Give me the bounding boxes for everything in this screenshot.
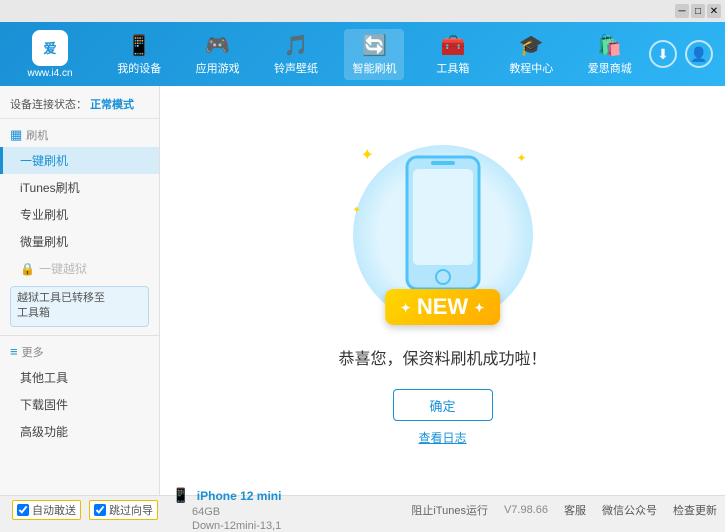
tutorial-icon: 🎓 bbox=[519, 33, 544, 58]
device-storage: 64GB bbox=[172, 506, 220, 518]
section-more[interactable]: ≡ 更多 bbox=[0, 340, 159, 364]
main-area: 设备连接状态： 正常模式 ▦ 刷机 一键刷机 iTunes刷机 专业刷机 微量刷… bbox=[0, 86, 725, 495]
my-device-icon: 📱 bbox=[127, 33, 152, 58]
user-button[interactable]: 👤 bbox=[685, 40, 713, 68]
section-flash[interactable]: ▦ 刷机 bbox=[0, 123, 159, 147]
nav-ringtones[interactable]: 🎵 铃声壁纸 bbox=[266, 29, 326, 80]
skip-wizard-checkbox[interactable]: 跳过向导 bbox=[89, 500, 158, 520]
logo-text: www.i4.cn bbox=[27, 68, 72, 79]
ringtones-label: 铃声壁纸 bbox=[274, 60, 318, 76]
device-name: iPhone 12 mini bbox=[197, 489, 282, 503]
toolbox-label: 工具箱 bbox=[436, 60, 469, 76]
tutorial-label: 教程中心 bbox=[509, 60, 553, 76]
sidebar-item-micro[interactable]: 微量刷机 bbox=[0, 228, 159, 255]
nav-shop[interactable]: 🛍️ 爱思商城 bbox=[580, 29, 640, 80]
nav-toolbox[interactable]: 🧰 工具箱 bbox=[423, 29, 483, 80]
flash-section-icon: ▦ bbox=[10, 127, 22, 143]
header: 爱 www.i4.cn 📱 我的设备 🎮 应用游戏 🎵 铃声壁纸 🔄 智能刷机 … bbox=[0, 22, 725, 86]
bottom-left: 自动敢送 跳过向导 bbox=[8, 500, 168, 520]
skip-wizard-input[interactable] bbox=[94, 504, 106, 516]
sidebar-item-one-click[interactable]: 一键刷机 bbox=[0, 147, 159, 174]
logo-icon: 爱 bbox=[32, 30, 68, 66]
more-section-icon: ≡ bbox=[10, 344, 18, 359]
nav-smart-shop[interactable]: 🔄 智能刷机 bbox=[344, 29, 404, 80]
smart-shop-label: 智能刷机 bbox=[352, 60, 396, 76]
lock-icon: 🔒 bbox=[20, 262, 35, 276]
auto-send-input[interactable] bbox=[17, 504, 29, 516]
sidebar-item-pro[interactable]: 专业刷机 bbox=[0, 201, 159, 228]
version-text: V7.98.66 bbox=[504, 504, 548, 516]
content-area: ✦ ✦ ✦ ✦ NEW ✦ 恭喜您，保资料刷机成功啦！ 确定 查看日志 bbox=[160, 86, 725, 495]
shop-label: 爱思商城 bbox=[588, 60, 632, 76]
nav-my-device[interactable]: 📱 我的设备 bbox=[109, 29, 169, 80]
success-message: 恭喜您，保资料刷机成功啦！ bbox=[338, 345, 546, 369]
phone-illustration bbox=[403, 153, 483, 296]
service-link[interactable]: 客服 bbox=[564, 502, 586, 518]
itunes-status: 阻止iTunes运行 bbox=[411, 502, 488, 518]
sidebar-item-itunes[interactable]: iTunes刷机 bbox=[0, 174, 159, 201]
nav-apps[interactable]: 🎮 应用游戏 bbox=[188, 29, 248, 80]
bottom-right: 阻止iTunes运行 V7.98.66 客服 微信公众号 检查更新 bbox=[411, 502, 717, 518]
nav-tutorial[interactable]: 🎓 教程中心 bbox=[501, 29, 561, 80]
new-badge: ✦ NEW ✦ bbox=[385, 289, 501, 325]
apps-icon: 🎮 bbox=[205, 33, 230, 58]
sidebar-divider bbox=[0, 335, 159, 336]
sparkle-top-right-icon: ✦ bbox=[516, 151, 526, 165]
auto-send-checkbox[interactable]: 自动敢送 bbox=[12, 500, 81, 520]
sidebar-item-download-fw[interactable]: 下载固件 bbox=[0, 391, 159, 418]
title-bar: ─ □ ✕ bbox=[0, 0, 725, 22]
logo-area: 爱 www.i4.cn bbox=[0, 30, 100, 79]
device-info-area: 📱 iPhone 12 mini 64GB Down-12mini-13,1 bbox=[168, 487, 411, 532]
sidebar: 设备连接状态： 正常模式 ▦ 刷机 一键刷机 iTunes刷机 专业刷机 微量刷… bbox=[0, 86, 160, 495]
header-right: ⬇ 👤 bbox=[649, 40, 725, 68]
device-model: Down-12mini-13,1 bbox=[172, 520, 281, 532]
maximize-button[interactable]: □ bbox=[691, 4, 705, 18]
close-button[interactable]: ✕ bbox=[707, 4, 721, 18]
view-log-link[interactable]: 查看日志 bbox=[418, 429, 466, 446]
jailbreak-note: 越狱工具已转移至工具箱 bbox=[10, 286, 149, 327]
device-icon: 📱 bbox=[172, 487, 189, 503]
sparkle-top-left-icon: ✦ bbox=[361, 145, 374, 165]
confirm-button[interactable]: 确定 bbox=[393, 389, 493, 421]
toolbox-icon: 🧰 bbox=[440, 33, 465, 58]
sparkle-left-icon: ✦ bbox=[353, 205, 361, 216]
shop-icon: 🛍️ bbox=[597, 33, 622, 58]
ringtones-icon: 🎵 bbox=[284, 33, 309, 58]
sidebar-item-jailbreak-locked: 🔒 一键越狱 bbox=[0, 255, 159, 282]
download-button[interactable]: ⬇ bbox=[649, 40, 677, 68]
smart-shop-icon: 🔄 bbox=[362, 33, 387, 58]
device-status: 设备连接状态： 正常模式 bbox=[0, 90, 159, 119]
nav-bar: 📱 我的设备 🎮 应用游戏 🎵 铃声壁纸 🔄 智能刷机 🧰 工具箱 🎓 教程中心… bbox=[100, 22, 649, 86]
wechat-link[interactable]: 微信公众号 bbox=[602, 502, 657, 518]
update-link[interactable]: 检查更新 bbox=[673, 502, 717, 518]
my-device-label: 我的设备 bbox=[117, 60, 161, 76]
sidebar-item-advanced[interactable]: 高级功能 bbox=[0, 418, 159, 445]
apps-label: 应用游戏 bbox=[196, 60, 240, 76]
bottom-bar: 自动敢送 跳过向导 📱 iPhone 12 mini 64GB Down-12m… bbox=[0, 495, 725, 523]
sidebar-item-other-tools[interactable]: 其他工具 bbox=[0, 364, 159, 391]
minimize-button[interactable]: ─ bbox=[675, 4, 689, 18]
